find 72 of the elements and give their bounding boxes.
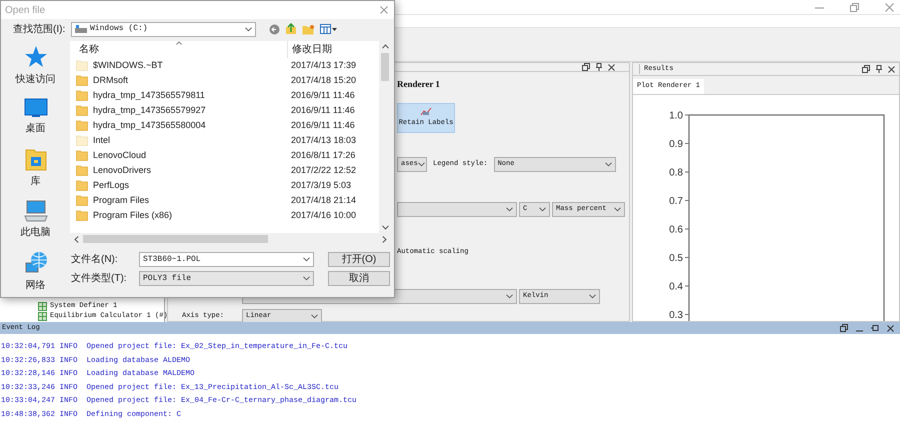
chevron-icon — [506, 207, 513, 212]
chevron-icon — [506, 294, 513, 299]
tick-label: 0.7 — [669, 196, 683, 207]
drive-icon — [75, 25, 87, 33]
field-label: 查找范围(I): — [13, 22, 66, 36]
tick-label: 0.8 — [669, 168, 683, 178]
node-icon — [38, 312, 47, 320]
chevron-icon — [614, 207, 621, 212]
back-icon[interactable] — [269, 24, 280, 34]
file-row[interactable]: LenovoDrivers 2017/2/22 12:52 — [70, 163, 379, 178]
place-link[interactable]: 桌面 — [26, 121, 46, 136]
restore-icon[interactable] — [862, 65, 870, 73]
tick-label: 0.6 — [669, 224, 683, 236]
chevron-icon — [311, 314, 318, 319]
view-icon — [320, 24, 331, 34]
file-name-field[interactable]: ST3B60~1.POL — [139, 252, 314, 267]
computer-icon — [24, 200, 48, 222]
tick-label: 0.4 — [669, 282, 683, 292]
node-icon — [38, 302, 47, 310]
place-link[interactable]: 库 — [30, 174, 40, 189]
cancel-button[interactable]: 取消 — [328, 271, 390, 286]
horizontal-scrollbar[interactable] — [70, 233, 391, 245]
open-button[interactable]: 打开(O) — [328, 252, 390, 267]
place-link[interactable]: 网络 — [26, 278, 46, 293]
file-row[interactable]: DRMsoft 2017/4/18 15:20 — [70, 73, 379, 88]
scroll-left-icon — [74, 236, 79, 242]
chevron-icon — [303, 257, 310, 262]
chevron-icon — [539, 207, 546, 212]
up-folder-icon[interactable] — [285, 23, 297, 35]
chevron-icon — [589, 294, 596, 299]
restore-icon[interactable] — [582, 63, 590, 71]
close-icon[interactable] — [887, 324, 894, 332]
tick-label: 0.5 — [669, 253, 683, 264]
scroll-right-icon — [382, 236, 387, 242]
tick-label: 0.3 — [669, 310, 683, 321]
column-header[interactable]: 名称 — [70, 41, 287, 58]
chevron-icon — [303, 276, 310, 281]
file-row[interactable]: Program Files (x86) 2017/4/16 10:00 — [70, 208, 379, 223]
file-row[interactable]: Program Files 2017/4/18 21:14 — [70, 193, 379, 208]
monitor-icon — [24, 98, 48, 118]
scroll-thumb[interactable] — [381, 53, 389, 81]
file-row[interactable]: Intel 2017/4/13 18:03 — [70, 133, 379, 148]
restore-icon[interactable] — [840, 324, 848, 332]
close-icon[interactable] — [888, 66, 895, 72]
file-row[interactable]: hydra_tmp_1473565580004 2016/9/11 11:46 — [70, 118, 379, 133]
chevron-icon — [604, 162, 612, 167]
star-icon — [24, 45, 48, 69]
tick-label: 1.0 — [669, 110, 683, 122]
look-in-dropdown[interactable]: Windows (C:) — [71, 22, 256, 36]
place-link[interactable]: 此电脑 — [20, 225, 50, 240]
sort-icon — [176, 41, 182, 45]
file-row[interactable]: hydra_tmp_1473565579927 2016/9/11 11:46 — [70, 103, 379, 118]
scroll-up-icon — [382, 44, 388, 49]
file-row[interactable]: hydra_tmp_1473565579811 2016/9/11 11:46 — [70, 88, 379, 103]
plot-icon — [420, 107, 432, 116]
globe-icon — [24, 251, 48, 275]
dialog-title: Open file — [5, 4, 46, 18]
file-row[interactable]: LenovoCloud 2016/8/11 17:26 — [70, 148, 379, 163]
scroll-down-icon — [382, 225, 388, 230]
chevron-icon — [418, 162, 425, 167]
file-row[interactable]: PerfLogs 2017/3/19 5:03 — [70, 178, 379, 193]
chevron-icon — [245, 26, 252, 32]
close-icon[interactable] — [608, 64, 615, 70]
field-label: 文件名(N): — [71, 252, 119, 267]
place-link[interactable]: 快速访问 — [16, 72, 56, 87]
renderer-title: Renderer 1 — [397, 78, 441, 90]
library-icon — [24, 147, 46, 171]
field-label: 文件类型(T): — [71, 272, 128, 286]
tick-label: 0.9 — [669, 139, 683, 150]
file-type-dropdown[interactable]: POLY3 file — [139, 271, 314, 286]
file-row[interactable]: $WINDOWS.~BT 2017/4/13 17:39 — [70, 58, 379, 73]
view-menu-button[interactable] — [320, 24, 337, 34]
